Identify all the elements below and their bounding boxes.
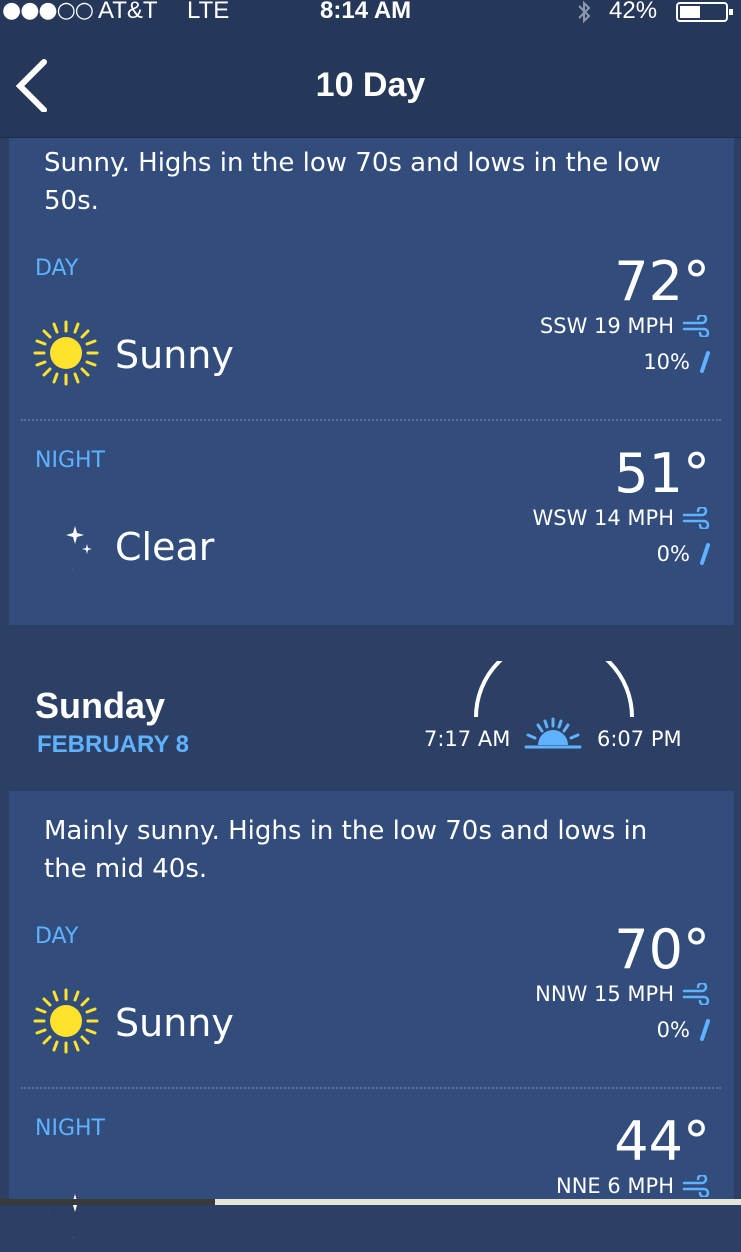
signal-strength: ●●●○○ [2,0,94,23]
sun-icon [31,318,101,388]
sun-icon [31,986,101,1056]
forecast-summary: Mainly sunny. Highs in the low 70s and l… [44,816,648,884]
nav-bar: 10 Day [0,26,741,138]
day-condition: Sunny [115,333,234,377]
day-header-sunday[interactable]: Sunday FEBRUARY 8 7:17 AM 6:07 PM [0,625,741,791]
night-label: NIGHT [35,448,105,473]
day-wind: SSW 19 MPH [540,314,710,338]
battery-percent: 42% [609,0,658,24]
raindrop-icon [700,543,710,565]
carrier-name: AT&T [98,0,158,24]
page-title: 10 Day [315,66,426,104]
status-bar: ●●●○○ AT&T LTE 8:14 AM 42% [0,0,741,26]
sunrise-icon [524,717,582,749]
forecast-card-saturday: Sunny. Highs in the low 70s and lows in … [9,138,734,625]
night-condition: Clear [115,525,215,569]
precip-text: 0% [656,1018,690,1042]
day-precip: 10% [643,350,710,374]
forecast-card-sunday: Mainly sunny. Highs in the low 70s and l… [9,791,734,1238]
precip-text: 0% [656,542,690,566]
moon-stars-icon [31,1178,101,1248]
wind-icon [682,315,710,337]
day-temperature: 70° [614,918,710,981]
day-label: DAY [35,924,79,949]
day-name: Sunday [35,685,166,726]
wind-text: NNE 6 MPH [556,1174,674,1198]
network-type: LTE [187,0,230,24]
night-precip: 0% [657,542,710,566]
forecast-summary: Sunny. Highs in the low 70s and lows in … [44,148,661,216]
day-label: DAY [35,256,79,281]
wind-icon [682,507,710,529]
sunrise-time: 7:17 AM [424,727,511,751]
divider [21,1087,721,1089]
battery-icon [676,1,734,27]
raindrop-icon [700,351,710,373]
raindrop-icon [700,1019,710,1041]
precip-text: 10% [643,350,690,374]
wind-text: SSW 19 MPH [539,314,674,338]
day-condition: Sunny [115,1001,234,1045]
day-date: FEBRUARY 8 [37,731,190,758]
night-wind: WSW 14 MPH [532,506,710,530]
day-wind: NNW 15 MPH [535,982,710,1006]
sun-arc-icon [474,661,634,718]
night-wind: NNE 6 MPH [556,1174,710,1198]
bottom-edge-light [215,1199,741,1205]
moon-stars-icon [31,510,101,580]
divider [21,419,721,421]
wind-text: NNW 15 MPH [535,982,674,1006]
night-temperature: 44° [614,1110,710,1173]
wind-text: WSW 14 MPH [532,506,674,530]
wind-icon [682,983,710,1005]
night-label: NIGHT [35,1116,105,1141]
sunset-time: 6:07 PM [597,727,682,751]
bluetooth-icon [574,0,594,29]
night-temperature: 51° [614,442,710,505]
status-time: 8:14 AM [320,0,412,24]
wind-icon [682,1175,710,1197]
day-temperature: 72° [614,250,710,313]
day-precip: 0% [657,1018,710,1042]
